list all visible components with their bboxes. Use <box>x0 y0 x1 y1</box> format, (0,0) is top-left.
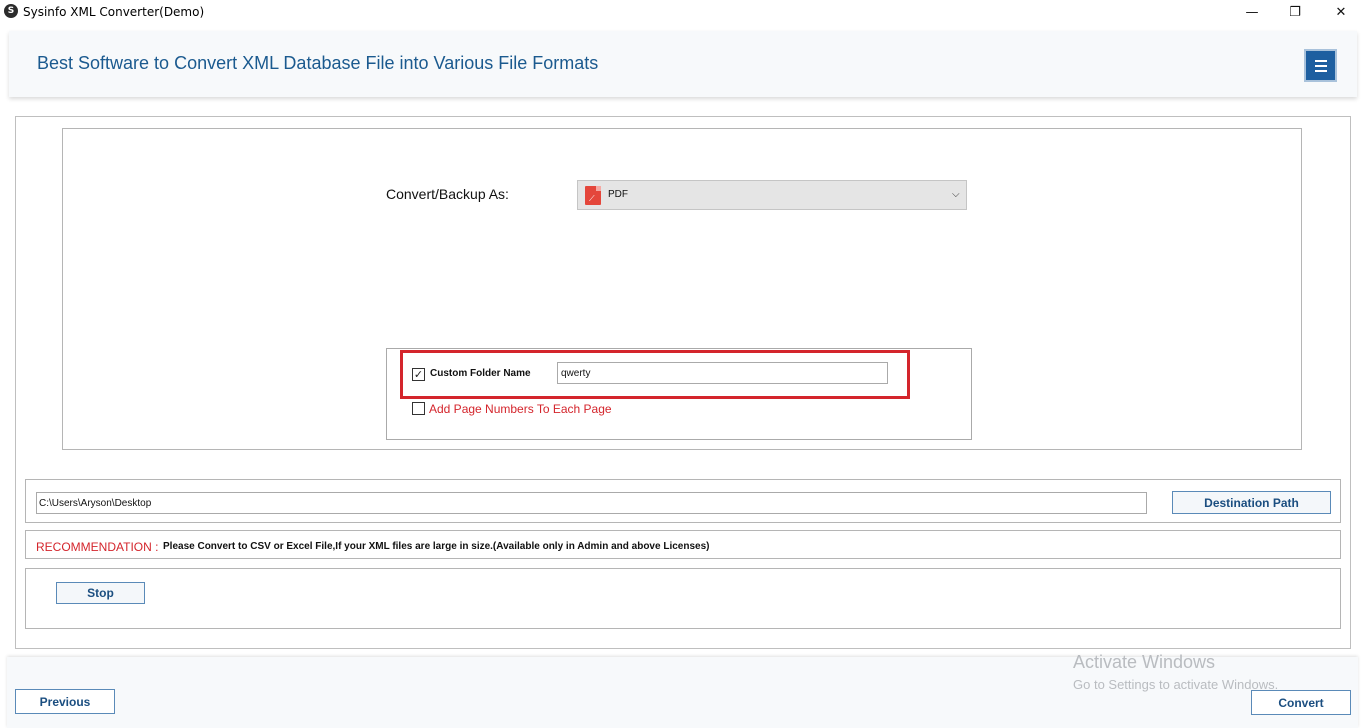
stop-button[interactable]: Stop <box>56 582 145 604</box>
window-title: Sysinfo XML Converter(Demo) <box>23 5 205 19</box>
previous-button[interactable]: Previous <box>15 689 115 714</box>
chevron-down-icon: ⌵ <box>952 189 960 200</box>
page-numbers-label: Add Page Numbers To Each Page <box>429 402 612 416</box>
header-title: Best Software to Convert XML Database Fi… <box>37 53 599 73</box>
app-logo-icon: S <box>4 4 18 18</box>
conversion-options-panel: Convert/Backup As: ⟋ PDF ⌵ ✓ Custom Fold… <box>62 128 1302 450</box>
maximize-button[interactable]: ❐ <box>1272 0 1318 24</box>
recommendation-panel: RECOMMENDATION : Please Convert to CSV o… <box>25 530 1341 559</box>
activation-watermark-subtitle: Go to Settings to activate Windows. <box>1073 677 1279 692</box>
recommendation-label: RECOMMENDATION : <box>36 540 159 554</box>
title-bar: S Sysinfo XML Converter(Demo) — ❐ ✕ <box>0 0 1366 24</box>
menu-line <box>1314 69 1327 72</box>
minimize-button[interactable]: — <box>1229 0 1275 24</box>
pdf-icon: ⟋ <box>585 186 601 205</box>
format-select[interactable]: ⟋ PDF ⌵ <box>577 180 967 210</box>
custom-folder-label: Custom Folder Name <box>430 368 531 379</box>
custom-folder-input[interactable] <box>557 362 888 384</box>
progress-panel: Stop <box>25 568 1341 629</box>
menu-line <box>1314 59 1327 62</box>
output-options-panel: ✓ Custom Folder Name Add Page Numbers To… <box>386 348 972 440</box>
page-numbers-checkbox[interactable] <box>412 402 425 415</box>
recommendation-text: Please Convert to CSV or Excel File,If y… <box>163 541 710 552</box>
hamburger-menu-button[interactable] <box>1304 49 1337 82</box>
custom-folder-checkbox[interactable]: ✓ <box>412 368 425 381</box>
convert-button[interactable]: Convert <box>1251 690 1351 715</box>
destination-path-button[interactable]: Destination Path <box>1172 491 1331 514</box>
app-header: Best Software to Convert XML Database Fi… <box>9 31 1357 97</box>
selected-format: PDF <box>608 189 628 200</box>
close-button[interactable]: ✕ <box>1318 0 1364 24</box>
main-panel: Convert/Backup As: ⟋ PDF ⌵ ✓ Custom Fold… <box>15 116 1351 649</box>
menu-line <box>1314 64 1327 67</box>
destination-panel: Destination Path <box>25 479 1341 523</box>
activation-watermark-title: Activate Windows <box>1073 652 1216 672</box>
destination-path-input[interactable] <box>36 492 1147 514</box>
convert-as-label: Convert/Backup As: <box>386 186 509 202</box>
